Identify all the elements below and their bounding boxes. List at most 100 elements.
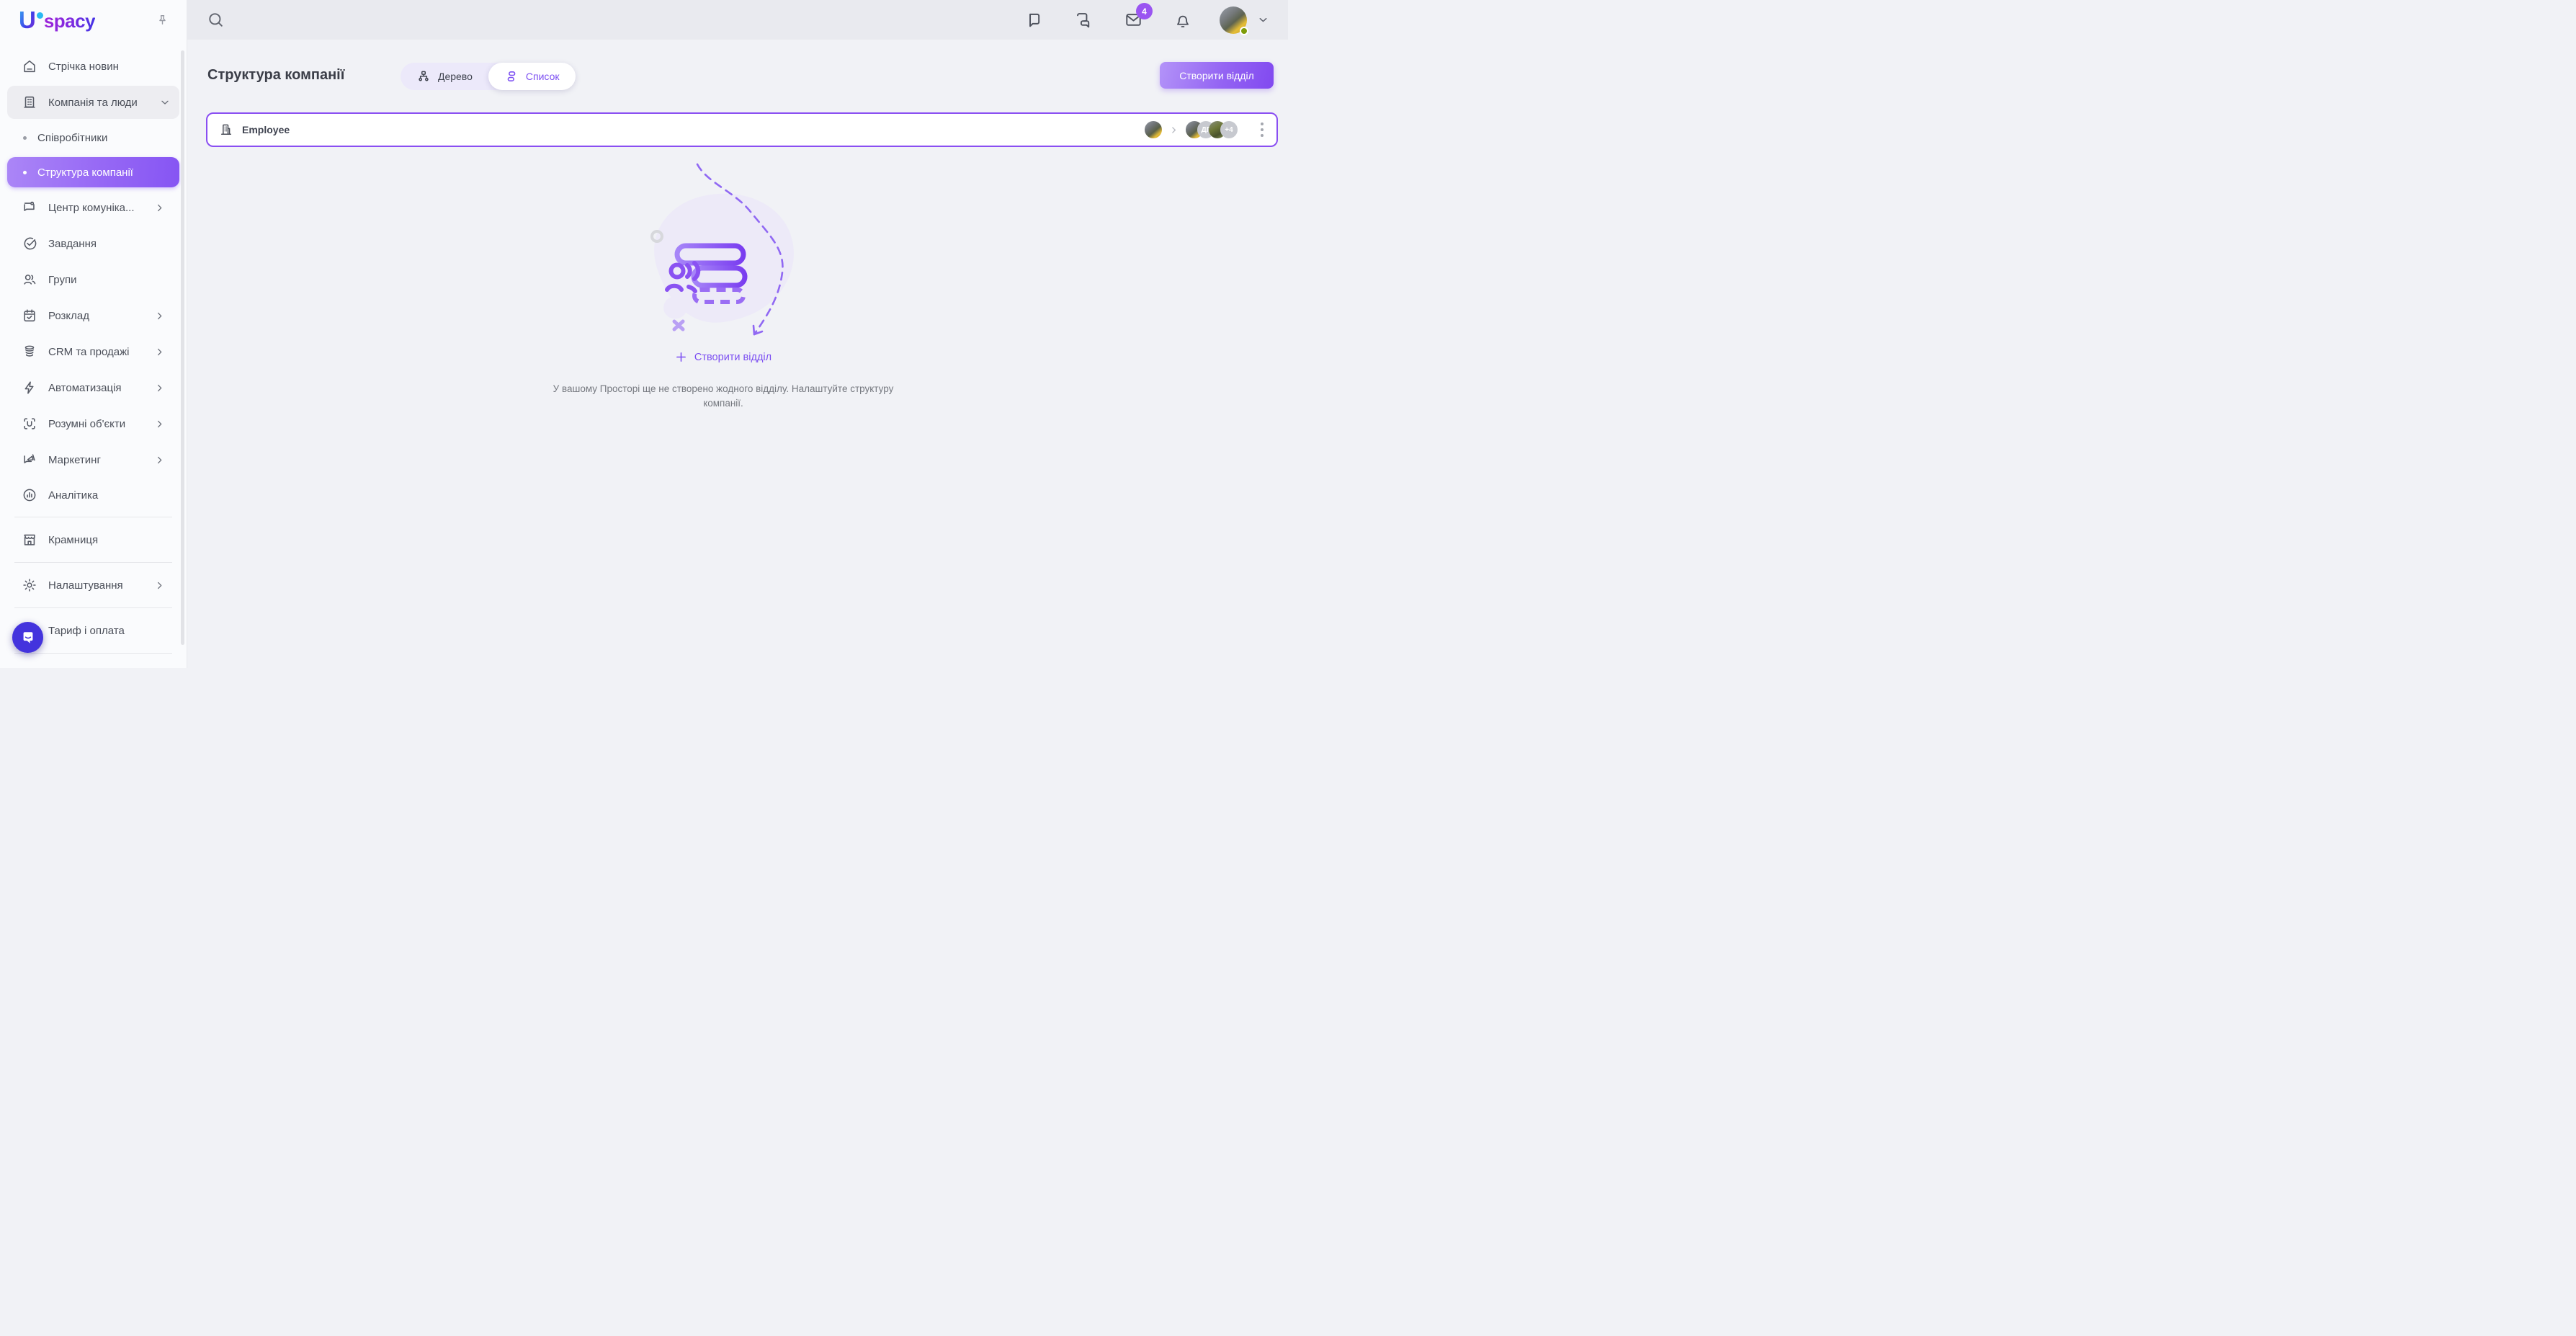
uspacy-logo[interactable]: U spacy [19, 6, 95, 35]
database-coil-icon [22, 344, 37, 360]
department-row-right: ДГ +4 [1145, 120, 1266, 140]
mail-badge: 4 [1136, 3, 1153, 19]
sidebar-item-label: Аналітика [48, 489, 98, 502]
department-name: Employee [242, 124, 290, 135]
bullet-icon [23, 136, 27, 140]
page-header: Структура компанії Дерево Список Створит… [207, 62, 1274, 91]
sidebar-menu: Стрічка новин Компанія та люди Співробіт… [0, 40, 187, 654]
empty-state: Створити відділ У вашому Просторі ще не … [187, 160, 1259, 411]
chevron-right-icon [1169, 125, 1179, 135]
chevron-down-icon [159, 97, 171, 108]
members-avatar-group[interactable]: ДГ +4 [1186, 121, 1238, 138]
chevron-right-icon [154, 202, 165, 213]
sidebar-item-label: Автоматизація [48, 382, 122, 394]
bell-icon[interactable] [1173, 11, 1192, 30]
user-avatar[interactable] [1220, 6, 1247, 34]
department-row[interactable]: Employee ДГ +4 [206, 112, 1278, 147]
search-icon[interactable] [206, 10, 225, 30]
sidebar-item-company-people[interactable]: Компанія та люди [0, 84, 187, 120]
view-toggle: Дерево Список [401, 63, 576, 90]
sidebar-item-label: Налаштування [48, 579, 123, 592]
empty-state-illustration [637, 160, 810, 347]
sidebar-item-label: Маркетинг [48, 454, 101, 466]
sidebar-item-label: CRM та продажі [48, 346, 129, 358]
sidebar-item-label: Компанія та люди [48, 97, 138, 109]
sidebar-item-label: Розумні об'єкти [48, 418, 125, 430]
sidebar-item-schedule[interactable]: Розклад [0, 298, 187, 334]
communication-icon [22, 200, 37, 215]
users-icon [22, 272, 37, 288]
empty-state-description: У вашому Просторі ще не створено жодного… [550, 382, 896, 411]
sidebar-item-company-structure[interactable]: Структура компанії [0, 155, 187, 190]
bullet-icon [23, 171, 27, 174]
sidebar-item-crm-sales[interactable]: CRM та продажі [0, 334, 187, 370]
sidebar-item-label: Центр комуніка... [48, 202, 135, 214]
building-icon [22, 94, 37, 110]
profile-chevron-down-icon[interactable] [1257, 14, 1269, 26]
sidebar-item-label: Співробітники [37, 132, 107, 144]
logo-dot [37, 12, 43, 19]
topbar: 4 [187, 0, 1288, 40]
sidebar-item-label: Тариф і оплата [48, 625, 125, 637]
page-title: Структура компанії [207, 67, 344, 84]
sidebar-item-label: Групи [48, 274, 76, 286]
sidebar-item-settings[interactable]: Налаштування [0, 567, 187, 603]
status-dot [1240, 27, 1248, 35]
divider [14, 653, 172, 654]
tab-list-view[interactable]: Список [488, 63, 576, 90]
logo-letter-u: U [19, 6, 36, 35]
sidebar-item-groups[interactable]: Групи [0, 262, 187, 298]
storefront-icon [22, 532, 37, 548]
sidebar-item-label: Завдання [48, 238, 97, 250]
members-more-count: +4 [1220, 121, 1238, 138]
pin-sidebar-icon[interactable] [156, 14, 169, 27]
sidebar-item-label: Крамниця [48, 534, 98, 546]
sidebar-item-store[interactable]: Крамниця [0, 522, 187, 558]
chevron-right-icon [154, 455, 165, 466]
chats-icon[interactable] [1074, 10, 1094, 30]
sidebar-item-news-feed[interactable]: Стрічка новин [0, 48, 187, 84]
main-content: Структура компанії Дерево Список Створит… [187, 40, 1288, 668]
smart-objects-icon [22, 416, 37, 432]
tree-view-icon [416, 69, 431, 84]
sidebar-item-employees[interactable]: Співробітники [0, 120, 187, 155]
tab-label: Список [526, 71, 560, 82]
mail-icon[interactable]: 4 [1124, 10, 1143, 30]
sidebar-scrollbar[interactable] [181, 50, 184, 645]
logo-text: spacy [44, 6, 95, 35]
sidebar: U spacy Стрічка новин Компанія та люди [0, 0, 187, 668]
department-building-icon [219, 123, 233, 137]
calendar-icon [22, 308, 37, 324]
row-menu-kebab-icon[interactable] [1258, 120, 1266, 140]
sidebar-item-smart-objects[interactable]: Розумні об'єкти [0, 406, 187, 442]
megaphone-icon [22, 452, 37, 468]
create-link-label: Створити відділ [694, 352, 772, 363]
sidebar-item-analytics[interactable]: Аналітика [0, 478, 187, 512]
sidebar-item-label: Розклад [48, 310, 89, 322]
create-department-link[interactable]: Створити відділ [187, 351, 1259, 363]
chevron-right-icon [154, 383, 165, 393]
department-head-avatar[interactable] [1145, 121, 1162, 138]
chevron-right-icon [154, 347, 165, 357]
chevron-right-icon [154, 311, 165, 321]
sidebar-item-marketing[interactable]: Маркетинг [0, 442, 187, 478]
divider [14, 562, 172, 563]
comment-icon[interactable] [1025, 11, 1044, 30]
bolt-icon [22, 380, 37, 396]
chevron-right-icon [154, 419, 165, 429]
create-department-button[interactable]: Створити відділ [1160, 62, 1274, 89]
tab-label: Дерево [438, 71, 473, 82]
sidebar-item-tasks[interactable]: Завдання [0, 226, 187, 262]
chat-widget-button[interactable] [12, 622, 43, 653]
sidebar-item-label: Структура компанії [37, 166, 133, 179]
list-view-icon [504, 69, 519, 84]
tab-tree-view[interactable]: Дерево [401, 63, 488, 90]
sidebar-item-label: Стрічка новин [48, 61, 119, 73]
analytics-icon [22, 487, 37, 503]
gear-icon [22, 577, 37, 593]
chevron-right-icon [154, 580, 165, 591]
sidebar-item-communication-center[interactable]: Центр комуніка... [0, 190, 187, 226]
divider [14, 607, 172, 608]
sidebar-item-automation[interactable]: Автоматизація [0, 370, 187, 406]
plus-icon [675, 351, 687, 363]
